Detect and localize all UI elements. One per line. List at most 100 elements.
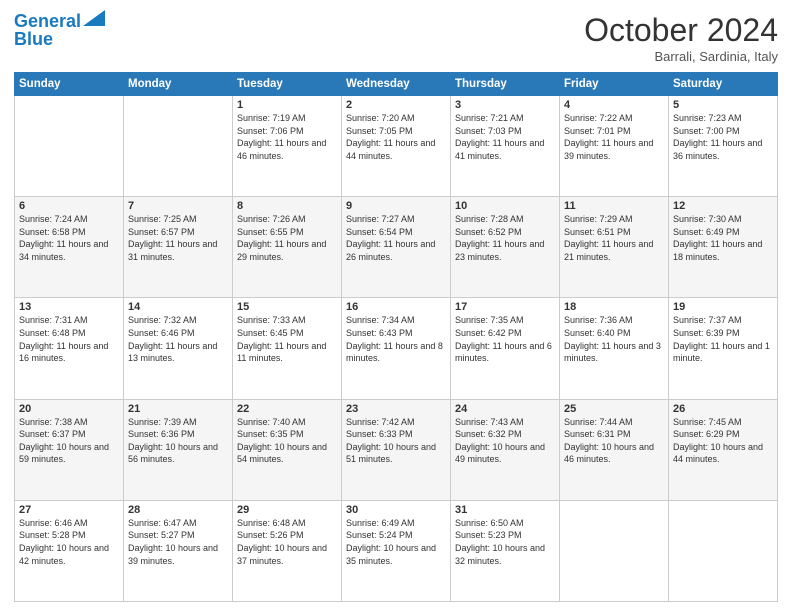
day-number: 31: [455, 504, 555, 516]
day-info: Sunrise: 7:31 AM Sunset: 6:48 PM Dayligh…: [19, 314, 119, 364]
day-info: Sunrise: 7:39 AM Sunset: 6:36 PM Dayligh…: [128, 416, 228, 466]
logo-blue: Blue: [14, 30, 53, 50]
col-thursday: Thursday: [451, 73, 560, 96]
calendar-table: Sunday Monday Tuesday Wednesday Thursday…: [14, 72, 778, 602]
day-number: 22: [237, 403, 337, 415]
logo: General Blue: [14, 12, 105, 50]
day-number: 19: [673, 301, 773, 313]
header: General Blue October 2024 Barrali, Sardi…: [14, 12, 778, 64]
day-number: 27: [19, 504, 119, 516]
table-row: 7Sunrise: 7:25 AM Sunset: 6:57 PM Daylig…: [124, 197, 233, 298]
table-row: 22Sunrise: 7:40 AM Sunset: 6:35 PM Dayli…: [233, 399, 342, 500]
day-info: Sunrise: 7:23 AM Sunset: 7:00 PM Dayligh…: [673, 112, 773, 162]
day-info: Sunrise: 6:48 AM Sunset: 5:26 PM Dayligh…: [237, 517, 337, 567]
day-number: 24: [455, 403, 555, 415]
day-number: 30: [346, 504, 446, 516]
day-info: Sunrise: 7:34 AM Sunset: 6:43 PM Dayligh…: [346, 314, 446, 364]
day-info: Sunrise: 6:50 AM Sunset: 5:23 PM Dayligh…: [455, 517, 555, 567]
day-number: 4: [564, 99, 664, 111]
day-info: Sunrise: 7:33 AM Sunset: 6:45 PM Dayligh…: [237, 314, 337, 364]
day-info: Sunrise: 7:22 AM Sunset: 7:01 PM Dayligh…: [564, 112, 664, 162]
table-row: 10Sunrise: 7:28 AM Sunset: 6:52 PM Dayli…: [451, 197, 560, 298]
table-row: 25Sunrise: 7:44 AM Sunset: 6:31 PM Dayli…: [560, 399, 669, 500]
day-number: 14: [128, 301, 228, 313]
day-info: Sunrise: 7:21 AM Sunset: 7:03 PM Dayligh…: [455, 112, 555, 162]
table-row: 23Sunrise: 7:42 AM Sunset: 6:33 PM Dayli…: [342, 399, 451, 500]
title-block: October 2024 Barrali, Sardinia, Italy: [584, 12, 778, 64]
day-number: 11: [564, 200, 664, 212]
day-number: 5: [673, 99, 773, 111]
table-row: [15, 96, 124, 197]
table-row: 29Sunrise: 6:48 AM Sunset: 5:26 PM Dayli…: [233, 500, 342, 601]
page: General Blue October 2024 Barrali, Sardi…: [0, 0, 792, 612]
day-number: 8: [237, 200, 337, 212]
table-row: 26Sunrise: 7:45 AM Sunset: 6:29 PM Dayli…: [669, 399, 778, 500]
subtitle: Barrali, Sardinia, Italy: [584, 49, 778, 64]
col-wednesday: Wednesday: [342, 73, 451, 96]
table-row: [124, 96, 233, 197]
day-number: 18: [564, 301, 664, 313]
calendar-week-0: 1Sunrise: 7:19 AM Sunset: 7:06 PM Daylig…: [15, 96, 778, 197]
calendar-week-2: 13Sunrise: 7:31 AM Sunset: 6:48 PM Dayli…: [15, 298, 778, 399]
calendar-week-3: 20Sunrise: 7:38 AM Sunset: 6:37 PM Dayli…: [15, 399, 778, 500]
month-title: October 2024: [584, 12, 778, 49]
day-info: Sunrise: 7:20 AM Sunset: 7:05 PM Dayligh…: [346, 112, 446, 162]
day-number: 2: [346, 99, 446, 111]
day-info: Sunrise: 7:26 AM Sunset: 6:55 PM Dayligh…: [237, 213, 337, 263]
day-number: 23: [346, 403, 446, 415]
table-row: [669, 500, 778, 601]
day-info: Sunrise: 7:30 AM Sunset: 6:49 PM Dayligh…: [673, 213, 773, 263]
table-row: 28Sunrise: 6:47 AM Sunset: 5:27 PM Dayli…: [124, 500, 233, 601]
day-number: 26: [673, 403, 773, 415]
table-row: 4Sunrise: 7:22 AM Sunset: 7:01 PM Daylig…: [560, 96, 669, 197]
table-row: 19Sunrise: 7:37 AM Sunset: 6:39 PM Dayli…: [669, 298, 778, 399]
table-row: 20Sunrise: 7:38 AM Sunset: 6:37 PM Dayli…: [15, 399, 124, 500]
table-row: 3Sunrise: 7:21 AM Sunset: 7:03 PM Daylig…: [451, 96, 560, 197]
day-number: 1: [237, 99, 337, 111]
day-info: Sunrise: 7:19 AM Sunset: 7:06 PM Dayligh…: [237, 112, 337, 162]
day-info: Sunrise: 7:45 AM Sunset: 6:29 PM Dayligh…: [673, 416, 773, 466]
day-number: 17: [455, 301, 555, 313]
calendar-week-1: 6Sunrise: 7:24 AM Sunset: 6:58 PM Daylig…: [15, 197, 778, 298]
table-row: 11Sunrise: 7:29 AM Sunset: 6:51 PM Dayli…: [560, 197, 669, 298]
col-friday: Friday: [560, 73, 669, 96]
table-row: 17Sunrise: 7:35 AM Sunset: 6:42 PM Dayli…: [451, 298, 560, 399]
col-saturday: Saturday: [669, 73, 778, 96]
table-row: 9Sunrise: 7:27 AM Sunset: 6:54 PM Daylig…: [342, 197, 451, 298]
table-row: 2Sunrise: 7:20 AM Sunset: 7:05 PM Daylig…: [342, 96, 451, 197]
col-tuesday: Tuesday: [233, 73, 342, 96]
calendar-header-row: Sunday Monday Tuesday Wednesday Thursday…: [15, 73, 778, 96]
table-row: 16Sunrise: 7:34 AM Sunset: 6:43 PM Dayli…: [342, 298, 451, 399]
day-number: 10: [455, 200, 555, 212]
col-sunday: Sunday: [15, 73, 124, 96]
table-row: 31Sunrise: 6:50 AM Sunset: 5:23 PM Dayli…: [451, 500, 560, 601]
day-info: Sunrise: 7:28 AM Sunset: 6:52 PM Dayligh…: [455, 213, 555, 263]
day-info: Sunrise: 7:27 AM Sunset: 6:54 PM Dayligh…: [346, 213, 446, 263]
day-number: 6: [19, 200, 119, 212]
table-row: 27Sunrise: 6:46 AM Sunset: 5:28 PM Dayli…: [15, 500, 124, 601]
day-number: 7: [128, 200, 228, 212]
day-number: 29: [237, 504, 337, 516]
table-row: [560, 500, 669, 601]
day-info: Sunrise: 7:37 AM Sunset: 6:39 PM Dayligh…: [673, 314, 773, 364]
day-number: 12: [673, 200, 773, 212]
day-info: Sunrise: 7:29 AM Sunset: 6:51 PM Dayligh…: [564, 213, 664, 263]
table-row: 30Sunrise: 6:49 AM Sunset: 5:24 PM Dayli…: [342, 500, 451, 601]
day-number: 9: [346, 200, 446, 212]
table-row: 6Sunrise: 7:24 AM Sunset: 6:58 PM Daylig…: [15, 197, 124, 298]
day-info: Sunrise: 6:49 AM Sunset: 5:24 PM Dayligh…: [346, 517, 446, 567]
day-number: 25: [564, 403, 664, 415]
day-info: Sunrise: 6:47 AM Sunset: 5:27 PM Dayligh…: [128, 517, 228, 567]
day-number: 28: [128, 504, 228, 516]
day-info: Sunrise: 7:36 AM Sunset: 6:40 PM Dayligh…: [564, 314, 664, 364]
day-number: 16: [346, 301, 446, 313]
table-row: 8Sunrise: 7:26 AM Sunset: 6:55 PM Daylig…: [233, 197, 342, 298]
day-info: Sunrise: 6:46 AM Sunset: 5:28 PM Dayligh…: [19, 517, 119, 567]
day-number: 21: [128, 403, 228, 415]
table-row: 18Sunrise: 7:36 AM Sunset: 6:40 PM Dayli…: [560, 298, 669, 399]
day-info: Sunrise: 7:40 AM Sunset: 6:35 PM Dayligh…: [237, 416, 337, 466]
table-row: 1Sunrise: 7:19 AM Sunset: 7:06 PM Daylig…: [233, 96, 342, 197]
table-row: 14Sunrise: 7:32 AM Sunset: 6:46 PM Dayli…: [124, 298, 233, 399]
day-number: 3: [455, 99, 555, 111]
day-info: Sunrise: 7:25 AM Sunset: 6:57 PM Dayligh…: [128, 213, 228, 263]
